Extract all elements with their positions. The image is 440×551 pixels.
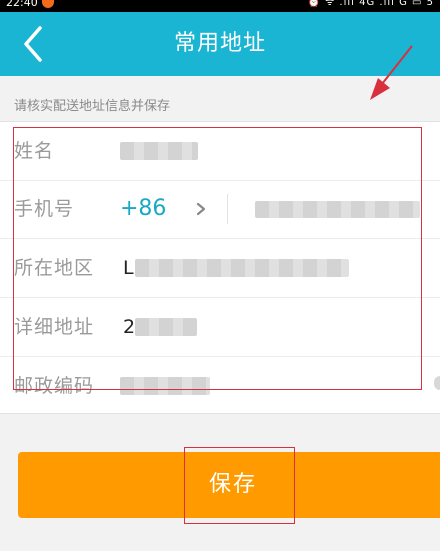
- toggle-knob: [434, 376, 440, 390]
- status-time: 22:40: [6, 0, 38, 9]
- status-bar: 22:40 ⏰ ᯤ .ıll 4G .ıll G ▭ 5: [0, 0, 440, 12]
- status-icons: ⏰ ᯤ .ıll 4G .ıll G ▭ 5: [307, 0, 434, 8]
- annotation-save-box: [184, 447, 295, 524]
- annotation-form-box: [13, 127, 422, 390]
- hint-text: 请核实配送地址信息并保存: [14, 99, 171, 114]
- annotation-arrow-icon: [370, 45, 413, 100]
- notification-icon: [42, 0, 54, 8]
